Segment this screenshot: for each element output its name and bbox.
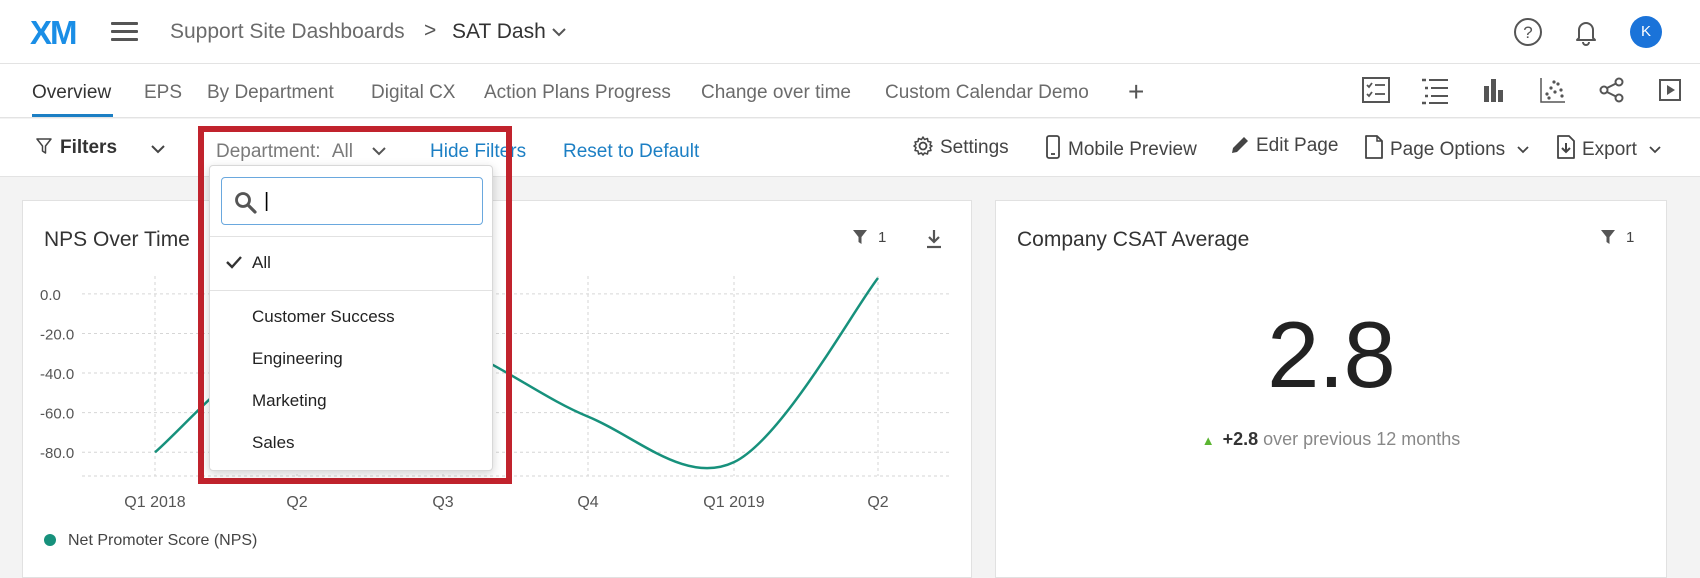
funnel-icon [1601,230,1615,244]
legend-swatch [44,534,56,546]
y-tick-label: -80.0 [40,445,74,462]
dropdown-option-marketing[interactable]: Marketing [210,381,492,421]
dropdown-option-customer-success[interactable]: Customer Success [210,297,492,337]
dropdown-option-label: Customer Success [252,307,395,326]
checkmark-icon [226,256,242,269]
chevron-down-icon[interactable] [1516,145,1530,155]
csat-widget: 2.8 ▲ +2.8 over previous 12 months [995,200,1667,578]
page-options-label: Page Options [1390,139,1506,160]
dropdown-option-all[interactable]: All [210,243,492,283]
pencil-icon [1232,137,1248,153]
bell-icon[interactable] [1570,16,1602,48]
csat-change: ▲ +2.8 over previous 12 months [996,429,1666,450]
search-icon [235,192,257,214]
department-dropdown: All Customer Success Engineering Marketi… [209,165,493,471]
mobile-preview-label: Mobile Preview [1068,139,1197,160]
dropdown-option-label: Sales [252,433,295,452]
share-icon[interactable] [1596,74,1628,106]
chevron-down-icon[interactable] [1648,145,1662,155]
csat-change-text: over previous 12 months [1263,429,1461,449]
dropdown-option-sales[interactable]: Sales [210,423,492,463]
x-tick-label: Q1 2019 [703,494,764,511]
x-tick-label: Q2 [867,494,888,511]
page-icon [1365,135,1383,159]
bar-chart-icon[interactable] [1478,74,1510,106]
legend-label[interactable]: Net Promoter Score (NPS) [68,532,257,550]
mobile-icon [1046,135,1060,159]
dropdown-divider [210,290,492,291]
dropdown-option-engineering[interactable]: Engineering [210,339,492,379]
y-tick-label: -40.0 [40,366,74,383]
page-options-button[interactable]: Page Options [1364,135,1505,161]
csat-widget-title: Company CSAT Average [1017,228,1250,251]
dropdown-option-label: Marketing [252,391,327,410]
up-triangle-icon: ▲ [1201,433,1215,448]
csat-widget-filter-indicator[interactable]: 1 [1600,229,1634,246]
mobile-preview-button[interactable]: Mobile Preview [1044,135,1197,161]
x-tick-label: Q1 2018 [124,494,185,511]
scatter-icon[interactable] [1537,74,1569,106]
y-tick-label: 0.0 [40,287,61,304]
x-tick-label: Q3 [432,494,453,511]
add-tab-button[interactable]: + [1128,76,1144,108]
export-label: Export [1582,139,1637,160]
dropdown-option-label: Engineering [252,349,343,368]
y-tick-label: -20.0 [40,326,74,343]
export-button[interactable]: Export [1556,135,1637,161]
dropdown-search-input[interactable] [264,186,469,216]
dropdown-search[interactable] [221,177,483,225]
avatar[interactable]: K [1630,16,1662,48]
checklist-icon[interactable] [1360,74,1392,106]
edit-page-label: Edit Page [1256,135,1339,156]
export-icon [1557,135,1575,159]
y-tick-label: -60.0 [40,406,74,423]
x-tick-label: Q4 [577,494,598,511]
list-icon[interactable] [1419,74,1451,106]
svg-text:?: ? [1523,23,1532,42]
csat-change-value: +2.8 [1222,429,1259,449]
edit-page-button[interactable]: Edit Page [1230,135,1338,157]
dropdown-option-label: All [252,253,271,272]
dropdown-divider [210,236,492,237]
csat-value: 2.8 [1267,302,1396,407]
x-tick-label: Q2 [286,494,307,511]
present-icon[interactable] [1655,74,1687,106]
csat-filter-count: 1 [1626,229,1635,246]
help-icon[interactable]: ? [1512,16,1544,48]
